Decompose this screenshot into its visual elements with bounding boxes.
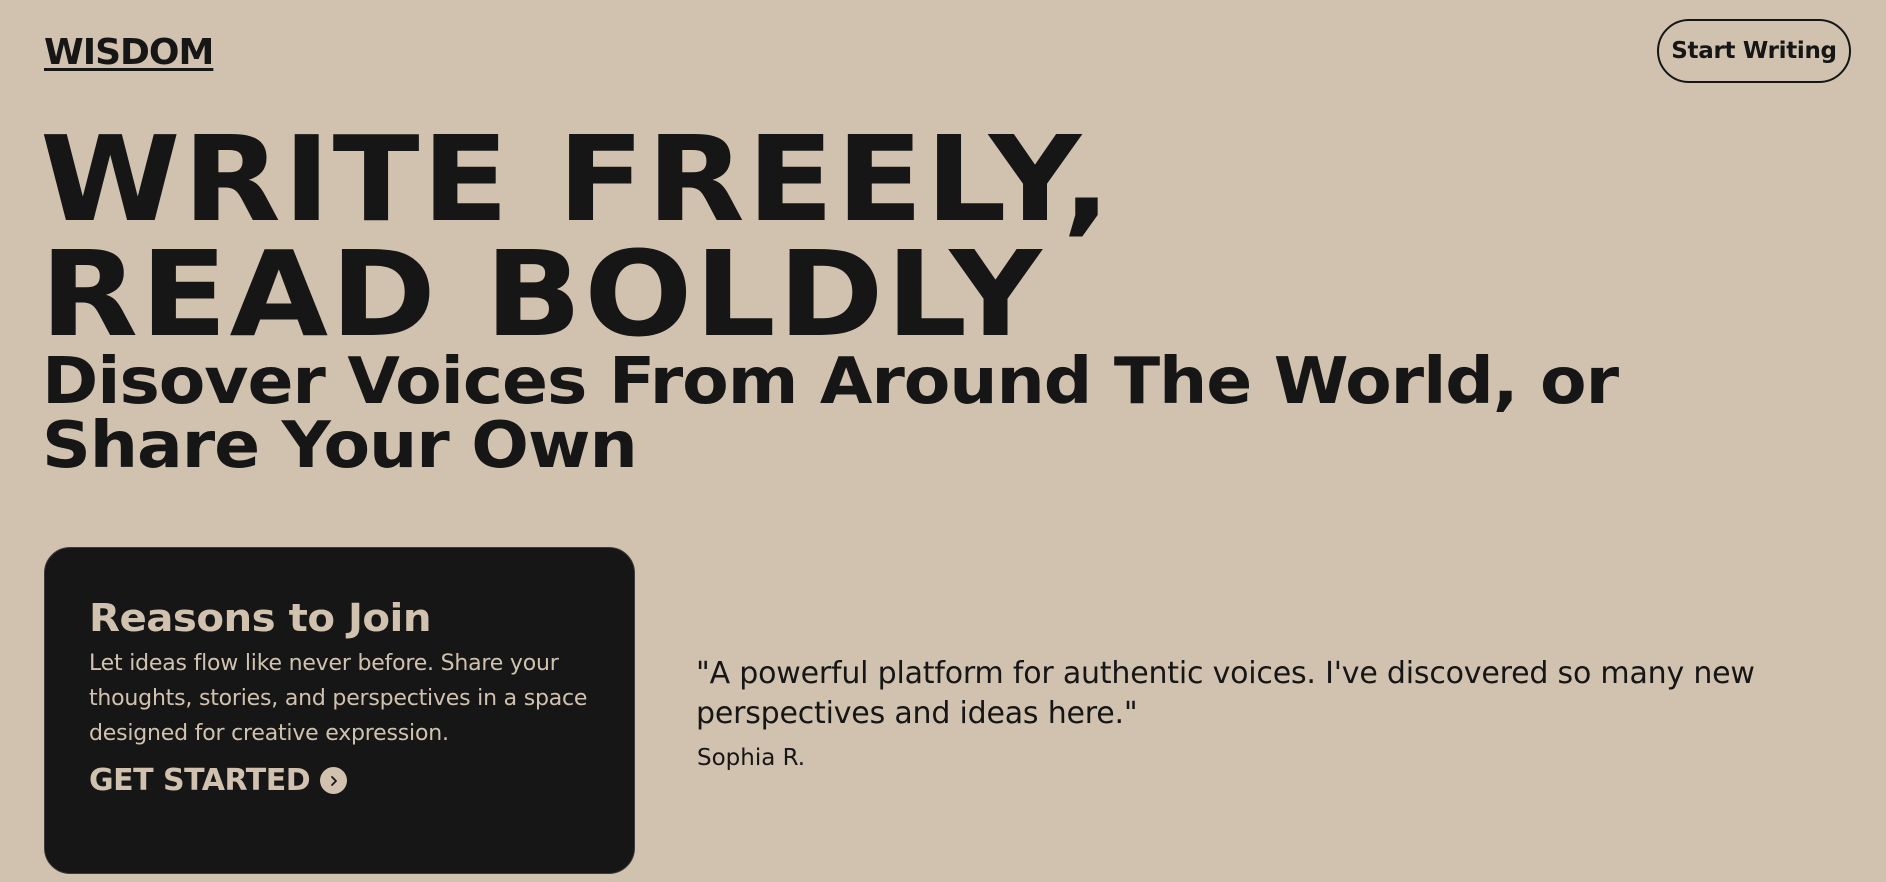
hero-title-line-2: READ BOLDLY	[40, 225, 1044, 363]
hero-subtitle: Disover Voices From Around The World, or…	[42, 345, 1619, 483]
get-started-link[interactable]: GET STARTED	[89, 763, 348, 798]
logo-link[interactable]: WISDOM	[44, 32, 214, 73]
testimonial-author: Sophia R.	[697, 745, 806, 771]
hero-title-line-1: WRITE FREELY,	[40, 110, 1113, 248]
get-started-label: GET STARTED	[89, 763, 311, 798]
card-description: Let ideas flow like never before. Share …	[89, 651, 588, 746]
start-writing-button[interactable]: Start Writing	[1657, 19, 1851, 83]
testimonial-quote: "A powerful platform for authentic voice…	[696, 656, 1755, 731]
hero-title: WRITE FREELY, READ BOLDLY	[40, 110, 1113, 363]
chevron-right-icon	[320, 767, 348, 794]
reasons-card: Reasons to Join Let ideas flow like neve…	[44, 547, 635, 874]
card-title: Reasons to Join	[89, 596, 432, 640]
